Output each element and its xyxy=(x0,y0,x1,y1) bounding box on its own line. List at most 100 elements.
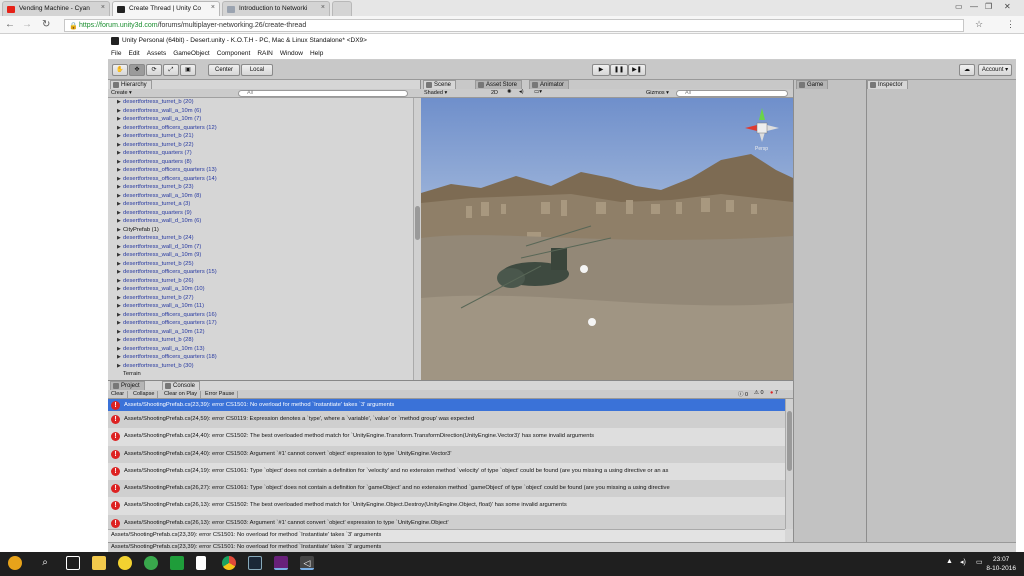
file-explorer-icon[interactable] xyxy=(92,556,106,570)
expand-icon[interactable]: ▶ xyxy=(117,141,121,150)
expand-icon[interactable]: ▶ xyxy=(117,285,121,294)
tab-scene[interactable]: Scene xyxy=(423,80,457,89)
play-button[interactable]: ▶ xyxy=(592,64,610,76)
hierarchy-item[interactable]: ▶ desertfortress_wall_d_10m (6) xyxy=(108,217,413,226)
menu-icon[interactable]: ⋮ xyxy=(1006,19,1015,30)
notification-icon[interactable]: ▭ xyxy=(976,558,983,566)
effects-icon[interactable]: ▭▾ xyxy=(534,89,542,95)
unity-status-bar[interactable]: Assets/ShootingPrefab.cs(23,39): error C… xyxy=(108,542,1016,552)
url-input[interactable]: 🔒 https://forum.unity3d.com/forums/multi… xyxy=(64,19,964,32)
expand-icon[interactable]: ▶ xyxy=(117,158,121,167)
browser-tab-unity-forum[interactable]: Create Thread | Unity Co × xyxy=(112,1,220,16)
volume-icon[interactable]: ◂) xyxy=(960,558,966,566)
forward-icon[interactable]: → xyxy=(22,19,32,30)
hierarchy-item[interactable]: ▶ desertfortress_quarters (7) xyxy=(108,149,413,158)
error-count-toggle[interactable]: ● 7 xyxy=(770,390,778,396)
hierarchy-item[interactable]: ▶ desertfortress_wall_a_10m (8) xyxy=(108,192,413,201)
steam-icon[interactable] xyxy=(248,556,262,570)
scene-orientation-gizmo[interactable]: Persp xyxy=(743,106,781,156)
expand-icon[interactable]: ▶ xyxy=(117,251,121,260)
hierarchy-item[interactable]: ▶ desertfortress_wall_a_10m (11) xyxy=(108,302,413,311)
audio-icon[interactable]: ◂) xyxy=(519,89,524,95)
menu-help[interactable]: Help xyxy=(310,50,323,57)
pause-button[interactable]: ❚❚ xyxy=(610,64,628,76)
hand-tool-button[interactable]: ✋ xyxy=(112,64,128,76)
expand-icon[interactable]: ▶ xyxy=(117,183,121,192)
new-tab-button[interactable] xyxy=(332,1,352,16)
browser-tab-youtube[interactable]: Vending Machine - Cyan × xyxy=(2,1,110,16)
scrollbar-thumb[interactable] xyxy=(787,411,792,471)
clear-on-play-button[interactable]: Clear on Play xyxy=(161,391,202,398)
reload-icon[interactable]: ↻ xyxy=(42,19,50,30)
expand-icon[interactable]: ▶ xyxy=(117,353,121,362)
chrome-icon[interactable] xyxy=(222,556,236,570)
pivot-local-button[interactable]: Local xyxy=(241,64,273,76)
expand-icon[interactable]: ▶ xyxy=(117,192,121,201)
rect-tool-button[interactable]: ▣ xyxy=(180,64,196,76)
hierarchy-item[interactable]: ▶ desertfortress_officers_quarters (16) xyxy=(108,311,413,320)
hierarchy-item[interactable]: ▶ desertfortress_wall_a_10m (7) xyxy=(108,115,413,124)
hierarchy-item[interactable]: ▶ desertfortress_wall_a_10m (13) xyxy=(108,345,413,354)
hierarchy-item[interactable]: ▶ desertfortress_officers_quarters (17) xyxy=(108,319,413,328)
hierarchy-item[interactable]: ▶ desertfortress_turret_b (30) xyxy=(108,362,413,371)
menu-file[interactable]: File xyxy=(111,50,121,57)
restore-icon[interactable]: ❐ xyxy=(985,2,992,11)
expand-icon[interactable]: ▶ xyxy=(117,260,121,269)
menu-component[interactable]: Component xyxy=(217,50,251,57)
console-message-row[interactable]: ! Assets/ShootingPrefab.cs(26,27): error … xyxy=(108,480,785,498)
expand-icon[interactable]: ▶ xyxy=(117,294,121,303)
hierarchy-item[interactable]: ▶ desertfortress_officers_quarters (14) xyxy=(108,175,413,184)
expand-icon[interactable]: ▶ xyxy=(117,226,121,235)
tab-hierarchy[interactable]: Hierarchy xyxy=(110,80,152,89)
hierarchy-item[interactable]: ▶ desertfortress_wall_d_10m (7) xyxy=(108,243,413,252)
scene-viewport[interactable]: Persp xyxy=(421,98,793,380)
hierarchy-item[interactable]: ▶ desertfortress_turret_b (23) xyxy=(108,183,413,192)
star-icon[interactable]: ☆ xyxy=(975,19,983,30)
expand-icon[interactable]: ▶ xyxy=(117,124,121,133)
menu-edit[interactable]: Edit xyxy=(128,50,139,57)
menu-rain[interactable]: RAIN xyxy=(257,50,273,57)
hierarchy-item[interactable]: ▶ desertfortress_turret_b (26) xyxy=(108,277,413,286)
expand-icon[interactable]: ▶ xyxy=(117,200,121,209)
console-message-row[interactable]: ! Assets/ShootingPrefab.cs(24,40): error … xyxy=(108,428,785,446)
log-count-toggle[interactable]: ⓘ 0 xyxy=(738,390,748,398)
search-icon[interactable]: ⌕ xyxy=(38,556,52,570)
pivot-center-button[interactable]: Center xyxy=(208,64,240,76)
create-dropdown[interactable]: Create ▾ xyxy=(111,90,132,96)
tab-asset-store[interactable]: Asset Store xyxy=(475,80,523,89)
hierarchy-item[interactable]: ▶ desertfortress_officers_quarters (13) xyxy=(108,166,413,175)
hierarchy-item[interactable]: Terrain xyxy=(108,370,413,379)
hierarchy-item[interactable]: ▶ desertfortress_turret_b (24) xyxy=(108,234,413,243)
visual-studio-icon[interactable] xyxy=(274,556,288,570)
error-pause-button[interactable]: Error Pause xyxy=(202,391,239,398)
rotate-tool-button[interactable]: ⟳ xyxy=(146,64,162,76)
tab-game[interactable]: Game xyxy=(796,80,829,89)
step-button[interactable]: ▶❚ xyxy=(628,64,646,76)
user-icon[interactable]: ▭ xyxy=(955,2,963,11)
warning-count-toggle[interactable]: ⚠ 0 xyxy=(754,390,764,396)
expand-icon[interactable]: ▶ xyxy=(117,107,121,116)
2d-toggle[interactable]: 2D xyxy=(491,90,498,96)
account-dropdown[interactable]: Account ▾ xyxy=(978,64,1012,76)
expand-icon[interactable]: ▶ xyxy=(117,234,121,243)
network-icon[interactable]: ▲ xyxy=(946,558,953,565)
close-icon[interactable]: × xyxy=(211,4,215,11)
task-view-icon[interactable] xyxy=(66,556,80,570)
hierarchy-item[interactable]: ▶ CityPrefab (1) xyxy=(108,226,413,235)
expand-icon[interactable]: ▶ xyxy=(117,98,121,107)
gizmos-dropdown[interactable]: Gizmos ▾ xyxy=(646,90,669,96)
hierarchy-item[interactable]: ▶ desertfortress_officers_quarters (18) xyxy=(108,353,413,362)
hierarchy-item[interactable]: ▶ desertfortress_turret_b (25) xyxy=(108,260,413,269)
norton-icon[interactable] xyxy=(118,556,132,570)
hierarchy-item[interactable]: ▶ desertfortress_turret_b (27) xyxy=(108,294,413,303)
close-icon[interactable]: × xyxy=(101,4,105,11)
windows-start-icon[interactable] xyxy=(8,556,22,570)
scrollbar-thumb[interactable] xyxy=(415,206,420,240)
evernote-icon[interactable] xyxy=(144,556,158,570)
hierarchy-item[interactable]: ▶ desertfortress_turret_b (22) xyxy=(108,141,413,150)
hierarchy-item[interactable]: ▶ desertfortress_turret_b (20) xyxy=(108,98,413,107)
expand-icon[interactable]: ▶ xyxy=(117,175,121,184)
console-message-row[interactable]: ! Assets/ShootingPrefab.cs(24,59): error … xyxy=(108,411,785,429)
console-message-row[interactable]: ! Assets/ShootingPrefab.cs(24,40): error … xyxy=(108,445,785,463)
minimize-icon[interactable]: — xyxy=(970,2,978,11)
